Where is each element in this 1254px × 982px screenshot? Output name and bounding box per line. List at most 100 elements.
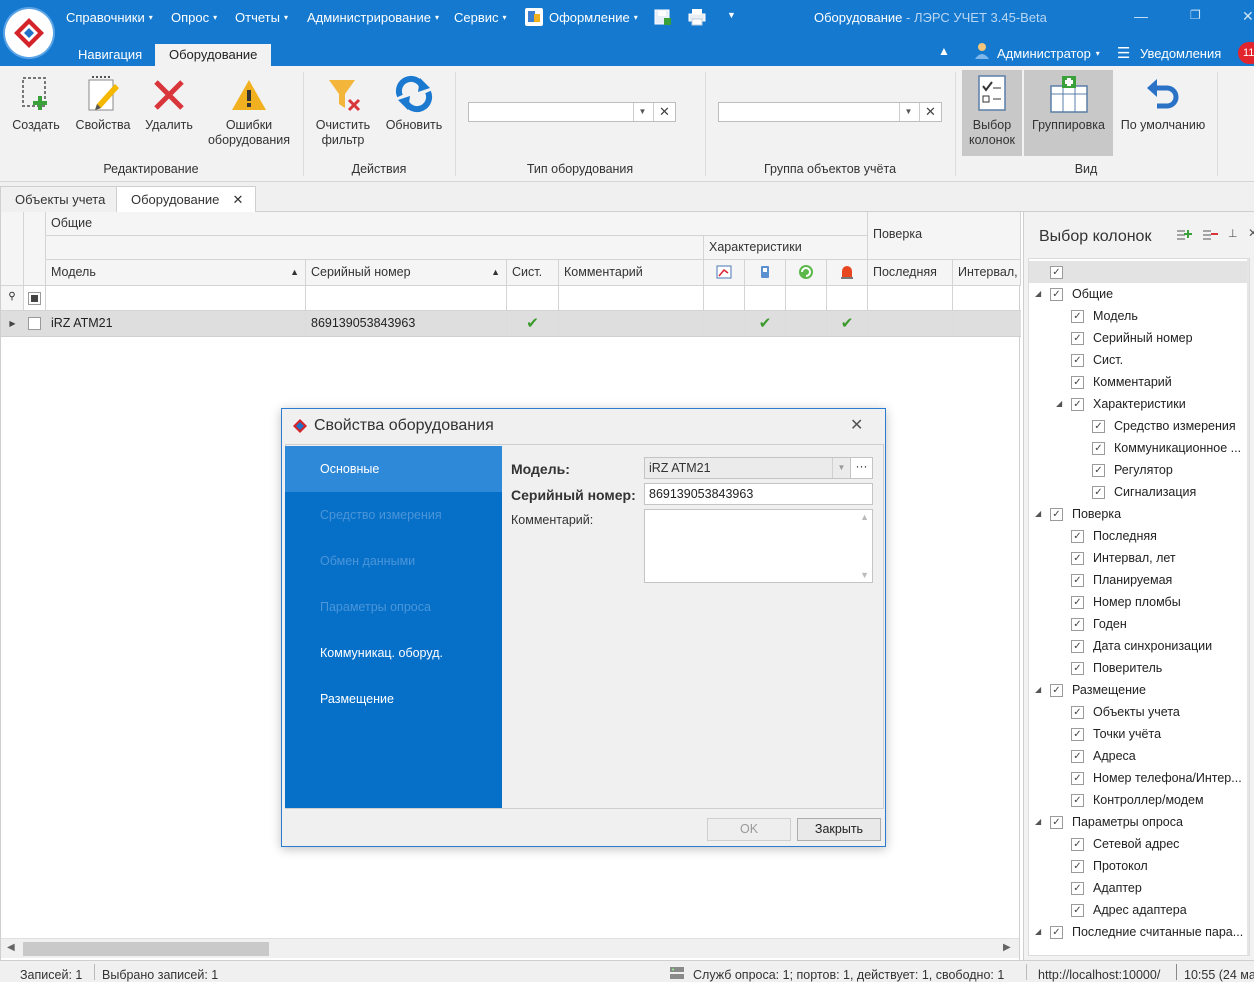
column-checkbox[interactable]: ✓ [1071, 376, 1084, 389]
remove-column-icon[interactable] [1202, 228, 1218, 242]
column-header-last[interactable]: Последняя [868, 260, 953, 286]
collapse-ribbon-icon[interactable]: ▲ [938, 44, 950, 58]
filter-cell[interactable] [827, 286, 868, 310]
column-tree-item[interactable]: ✓ Последняя [1029, 525, 1247, 547]
column-checkbox[interactable]: ✓ [1071, 750, 1084, 763]
cell-model[interactable]: iRZ ATM21 [46, 311, 306, 336]
horizontal-scrollbar[interactable]: ◀ ▶ [1, 938, 1019, 958]
column-tree-item[interactable]: ✓ Сигнализация [1029, 481, 1247, 503]
column-tree-item[interactable]: ✓ Регулятор [1029, 459, 1247, 481]
column-checkbox[interactable]: ✓ [1071, 706, 1084, 719]
column-tree-item[interactable]: ✓ Годен [1029, 613, 1247, 635]
comment-textarea[interactable]: ▲ ▼ [644, 509, 873, 583]
column-tree-item[interactable]: ✓ Дата синхронизации [1029, 635, 1247, 657]
column-tree-item[interactable]: ◢ ✓ Размещение [1029, 679, 1247, 701]
column-tree-item[interactable]: ✓ Адаптер [1029, 877, 1247, 899]
serial-input[interactable]: 869139053843963 [644, 483, 873, 505]
column-tree-item[interactable]: ✓ Сетевой адрес [1029, 833, 1247, 855]
column-header-comment[interactable]: Комментарий [559, 260, 704, 286]
column-tree-item[interactable]: ✓ Модель [1029, 305, 1247, 327]
column-checkbox[interactable]: ✓ [1071, 530, 1084, 543]
column-tree-item[interactable]: ◢ ✓ Общие [1029, 283, 1247, 305]
cell-alarm-check-icon[interactable]: ✔ [827, 311, 868, 336]
chevron-down-icon[interactable]: ▼ [633, 103, 651, 121]
column-checkbox[interactable]: ✓ [1092, 464, 1105, 477]
row-checkbox[interactable] [24, 311, 46, 336]
filter-cell[interactable] [868, 286, 953, 310]
column-tree-item[interactable]: ✓ Протокол [1029, 855, 1247, 877]
column-header-interval[interactable]: Интервал, [953, 260, 1021, 286]
filter-pin-icon[interactable]: ⚲ [1, 286, 24, 310]
filter-cell[interactable] [786, 286, 827, 310]
nav-data-exchange[interactable]: Обмен данными [320, 554, 415, 574]
column-tree-item[interactable]: ✓ Коммуникационное ... [1029, 437, 1247, 459]
clear-filter-button[interactable]: Очистить фильтр [310, 74, 376, 148]
band-verification[interactable]: Поверка [868, 212, 1021, 260]
notification-badge[interactable]: 11 [1238, 42, 1254, 64]
cell-last[interactable] [868, 311, 953, 336]
maximize-icon[interactable]: ❐ [1190, 8, 1201, 22]
expand-icon[interactable]: ◢ [1035, 679, 1041, 701]
column-checkbox[interactable]: ✓ [1071, 838, 1084, 851]
expand-icon[interactable]: ◢ [1035, 811, 1041, 833]
column-tree-item[interactable]: ✓ Адреса [1029, 745, 1247, 767]
column-checkbox[interactable]: ✓ [1071, 640, 1084, 653]
close-panel-icon[interactable]: ✕ [1248, 226, 1254, 240]
band-characteristics[interactable]: Характеристики [704, 236, 868, 260]
save-layout-icon[interactable] [654, 8, 672, 26]
column-tree-item[interactable]: ✓ Контроллер/модем [1029, 789, 1247, 811]
dialog-close-icon[interactable]: ✕ [850, 415, 863, 435]
expand-icon[interactable]: ◢ [1035, 503, 1041, 525]
minimize-icon[interactable]: — [1134, 8, 1148, 24]
column-checkbox[interactable]: ✓ [1071, 794, 1084, 807]
pin-icon[interactable]: ⊥ [1228, 227, 1238, 240]
doc-tab-accounting-objects[interactable]: Объекты учета [0, 186, 121, 212]
column-checkbox[interactable]: ✓ [1050, 288, 1063, 301]
menu-reports[interactable]: Отчеты ▾ [235, 10, 288, 25]
menu-appearance[interactable]: Оформление ▾ [549, 10, 638, 25]
column-checkbox[interactable]: ✓ [1071, 310, 1084, 323]
close-button[interactable]: Закрыть [797, 818, 881, 841]
model-select[interactable]: iRZ ATM21 ▼ ··· [644, 457, 873, 479]
column-tree-item[interactable]: ✓ Сист. [1029, 349, 1247, 371]
column-header-system[interactable]: Сист. [507, 260, 559, 286]
filter-comment-input[interactable] [559, 286, 704, 310]
menu-references[interactable]: Справочники ▾ [66, 10, 153, 25]
column-checkbox[interactable]: ✓ [1071, 354, 1084, 367]
column-checkbox[interactable]: ✓ [1050, 926, 1063, 939]
expand-icon[interactable]: ◢ [1056, 393, 1062, 415]
column-tree-item[interactable]: ✓ Средство измерения [1029, 415, 1247, 437]
user-menu[interactable]: Администратор ▾ [997, 46, 1100, 61]
create-button[interactable]: Создать [6, 74, 66, 133]
column-checkbox[interactable]: ✓ [1071, 552, 1084, 565]
scrollbar-thumb[interactable] [23, 942, 269, 956]
doc-tab-equipment[interactable]: Оборудование ✕ [116, 186, 257, 213]
status-url[interactable]: http://localhost:10000/ [1038, 968, 1160, 982]
cell-communication-check-icon[interactable]: ✔ [745, 311, 786, 336]
select-all-checkbox[interactable]: ✓ [1050, 266, 1063, 279]
more-options-icon[interactable]: ··· [850, 458, 872, 478]
menu-administration[interactable]: Администрирование ▾ [307, 10, 439, 25]
column-checkbox[interactable]: ✓ [1071, 882, 1084, 895]
close-window-icon[interactable]: ✕ [1242, 8, 1254, 25]
column-tree-item[interactable]: ✓ Поверитель [1029, 657, 1247, 679]
expand-icon[interactable]: ◢ [1035, 921, 1041, 943]
nav-measuring-instrument[interactable]: Средство измерения [320, 508, 442, 528]
column-checkbox[interactable]: ✓ [1071, 904, 1084, 917]
app-logo[interactable] [5, 9, 53, 57]
nav-placement[interactable]: Размещение [320, 692, 394, 712]
column-checkbox[interactable]: ✓ [1092, 420, 1105, 433]
clear-icon[interactable]: ✕ [919, 103, 941, 121]
filter-check[interactable] [24, 286, 46, 310]
quick-access-dropdown-icon[interactable]: ▼ [727, 10, 736, 20]
column-tree-item[interactable]: ✓ Адрес адаптера [1029, 899, 1247, 921]
tab-navigation[interactable]: Навигация [64, 44, 156, 66]
menu-survey[interactable]: Опрос ▾ [171, 10, 217, 25]
chevron-down-icon[interactable]: ▼ [899, 103, 917, 121]
nav-communication-equipment[interactable]: Коммуникац. оборуд. [320, 646, 443, 666]
column-header-communication[interactable] [745, 260, 786, 286]
ok-button[interactable]: OK [707, 818, 791, 841]
chevron-down-icon[interactable]: ▼ [832, 458, 850, 478]
column-checkbox[interactable]: ✓ [1071, 332, 1084, 345]
scroll-down-icon[interactable]: ▼ [860, 570, 869, 580]
